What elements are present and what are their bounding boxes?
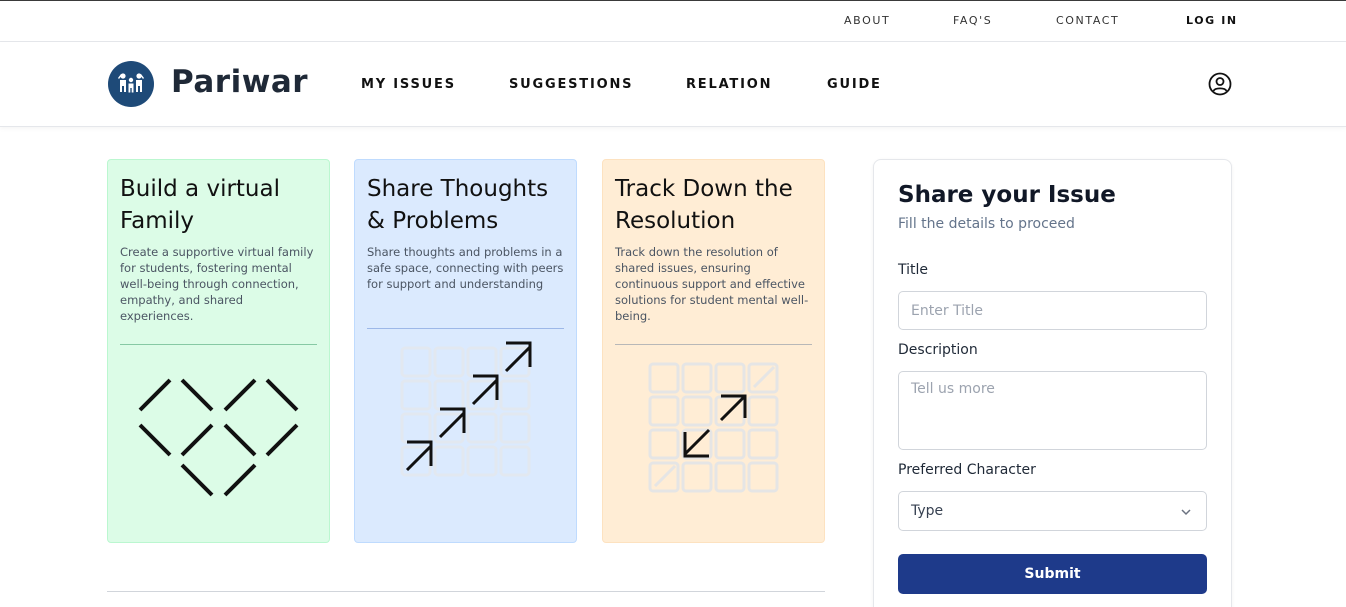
select-value: Type <box>911 503 944 519</box>
card-divider <box>120 344 317 345</box>
opposing-arrows-icon <box>648 362 779 493</box>
diamond-lattice-icon <box>138 378 299 497</box>
card-divider <box>615 344 812 345</box>
form-title: Share your Issue <box>898 182 1116 208</box>
nav-suggestions[interactable]: SUGGESTIONS <box>509 77 633 92</box>
faqs-link[interactable]: FAQ'S <box>953 14 992 27</box>
nav-relation[interactable]: RELATION <box>686 77 772 92</box>
feature-card-track-resolution: Track Down the Resolution Track down the… <box>602 159 825 543</box>
card-title: Share Thoughts & Problems <box>367 176 549 234</box>
card-description: Share thoughts and problems in a safe sp… <box>367 245 564 291</box>
logo[interactable] <box>108 61 154 107</box>
preferred-character-label: Preferred Character <box>898 462 1036 478</box>
preferred-character-select[interactable]: Type <box>898 491 1207 531</box>
submit-button[interactable]: Submit <box>898 554 1207 594</box>
nav-guide[interactable]: GUIDE <box>827 77 882 92</box>
login-link[interactable]: LOG IN <box>1186 14 1238 27</box>
family-icon <box>118 73 144 93</box>
card-description: Create a supportive virtual family for s… <box>120 245 314 323</box>
card-divider <box>367 328 564 329</box>
section-divider <box>107 591 825 592</box>
title-input[interactable] <box>898 291 1207 330</box>
title-label: Title <box>898 262 929 278</box>
user-circle-icon[interactable] <box>1208 72 1232 96</box>
contact-link[interactable]: CONTACT <box>1056 14 1119 27</box>
top-bar: ABOUT FAQ'S CONTACT LOG IN <box>0 0 1346 42</box>
description-label: Description <box>898 342 978 358</box>
main-nav: Pariwar MY ISSUES SUGGESTIONS RELATION G… <box>0 42 1346 127</box>
about-link[interactable]: ABOUT <box>844 14 890 27</box>
form-subtitle: Fill the details to proceed <box>898 216 1075 232</box>
feature-card-virtual-family: Build a virtual Family Create a supporti… <box>107 159 330 543</box>
diagonal-arrows-icon <box>400 341 532 477</box>
chevron-down-icon <box>1181 509 1191 516</box>
card-description: Track down the resolution of shared issu… <box>615 245 809 323</box>
card-title: Build a virtual Family <box>120 176 280 234</box>
brand-name[interactable]: Pariwar <box>171 64 308 100</box>
description-input[interactable] <box>898 371 1207 450</box>
nav-my-issues[interactable]: MY ISSUES <box>361 77 456 92</box>
share-issue-form: Share your Issue Fill the details to pro… <box>873 159 1232 607</box>
card-title: Track Down the Resolution <box>615 176 793 234</box>
feature-card-share-thoughts: Share Thoughts & Problems Share thoughts… <box>354 159 577 543</box>
